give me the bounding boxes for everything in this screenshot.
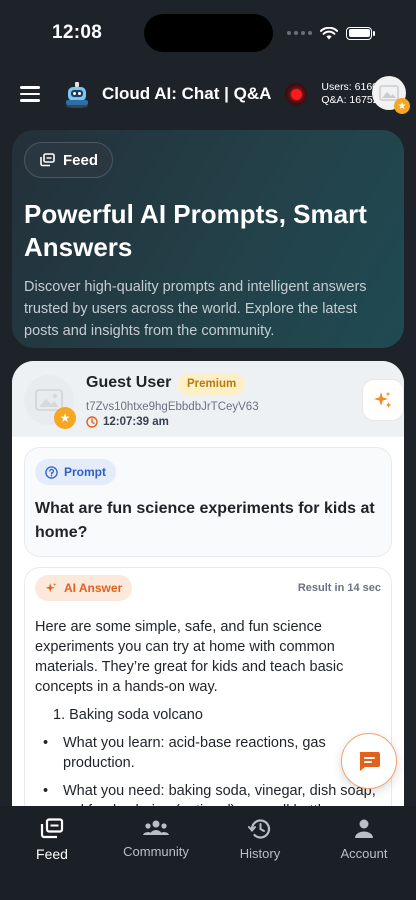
dynamic-island	[144, 14, 273, 52]
prompt-label: Prompt	[64, 465, 106, 479]
ai-answer-label: AI Answer	[64, 581, 123, 595]
hero-banner: Feed Powerful AI Prompts, Smart Answers …	[12, 130, 404, 348]
live-indicator	[285, 83, 308, 105]
post-time: 12:07:39 am	[103, 416, 169, 428]
feed-chip[interactable]: Feed	[24, 142, 114, 178]
app-title: Cloud AI: Chat | Q&A	[102, 84, 272, 103]
battery-icon	[346, 26, 375, 40]
feed-icon	[40, 153, 55, 167]
nav-label-history: History	[239, 846, 281, 861]
profile-avatar[interactable]: ★	[372, 76, 410, 114]
feed-chip-label: Feed	[63, 151, 99, 169]
menu-icon[interactable]	[20, 86, 40, 102]
cellular-signal-icon	[287, 31, 312, 35]
prompt-section: Prompt What are fun science experiments …	[24, 447, 392, 557]
user-name: Guest User	[86, 374, 172, 391]
history-icon	[248, 819, 271, 839]
nav-label-community: Community	[123, 844, 189, 859]
star-badge-icon: ★	[394, 98, 410, 114]
nav-label-account: Account	[340, 846, 388, 861]
image-placeholder-icon	[379, 85, 399, 101]
nav-item-account[interactable]: Account	[319, 818, 409, 900]
post-header: ★ Guest User Premium t7Zvs10htxe9hgEbbdb…	[12, 361, 404, 437]
hero-description: Discover high-quality prompts and intell…	[24, 279, 367, 339]
robot-logo-icon	[66, 82, 88, 108]
prompt-pill: Prompt	[35, 459, 116, 485]
chat-fab-button[interactable]	[341, 733, 397, 789]
star-badge-icon: ★	[54, 407, 76, 429]
nav-label-feed: Feed	[36, 846, 68, 862]
ai-answer-pill: AI Answer	[35, 575, 133, 601]
nav-item-history[interactable]: History	[215, 818, 305, 900]
question-icon	[45, 465, 58, 479]
nav-item-feed[interactable]: Feed	[7, 818, 97, 900]
bottom-nav: Feed Community History Account	[0, 806, 416, 900]
status-time: 12:08	[52, 22, 103, 43]
user-id: t7Zvs10htxe9hgEbbdbJrTCeyV63	[86, 401, 259, 413]
result-time: Result in 14 sec	[297, 582, 381, 594]
sparkle-icon	[45, 582, 57, 592]
ai-sparkle-button[interactable]	[362, 379, 404, 421]
wifi-icon	[320, 26, 338, 39]
user-avatar[interactable]: ★	[24, 375, 76, 429]
prompt-text: What are fun science experiments for kid…	[35, 500, 375, 541]
chat-icon	[359, 752, 380, 771]
clock-icon	[86, 416, 98, 428]
post-timestamp: 12:07:39 am	[86, 416, 169, 428]
premium-badge: Premium	[178, 373, 246, 395]
app-header: Cloud AI: Chat | Q&A Users: 61603 Q&A: 1…	[0, 66, 416, 122]
answer-intro: Here are some simple, safe, and fun scie…	[35, 619, 344, 695]
community-icon	[143, 820, 169, 835]
status-icons	[287, 26, 375, 40]
feed-icon	[40, 818, 64, 839]
hero-title: Powerful AI Prompts, Smart Answers	[24, 199, 367, 262]
list-item: What you learn: acid-base reactions, gas…	[35, 733, 381, 773]
list-item: 1. Baking soda volcano	[53, 707, 203, 723]
account-icon	[355, 819, 373, 838]
sparkle-icon	[374, 391, 392, 408]
nav-item-community[interactable]: Community	[111, 818, 201, 900]
